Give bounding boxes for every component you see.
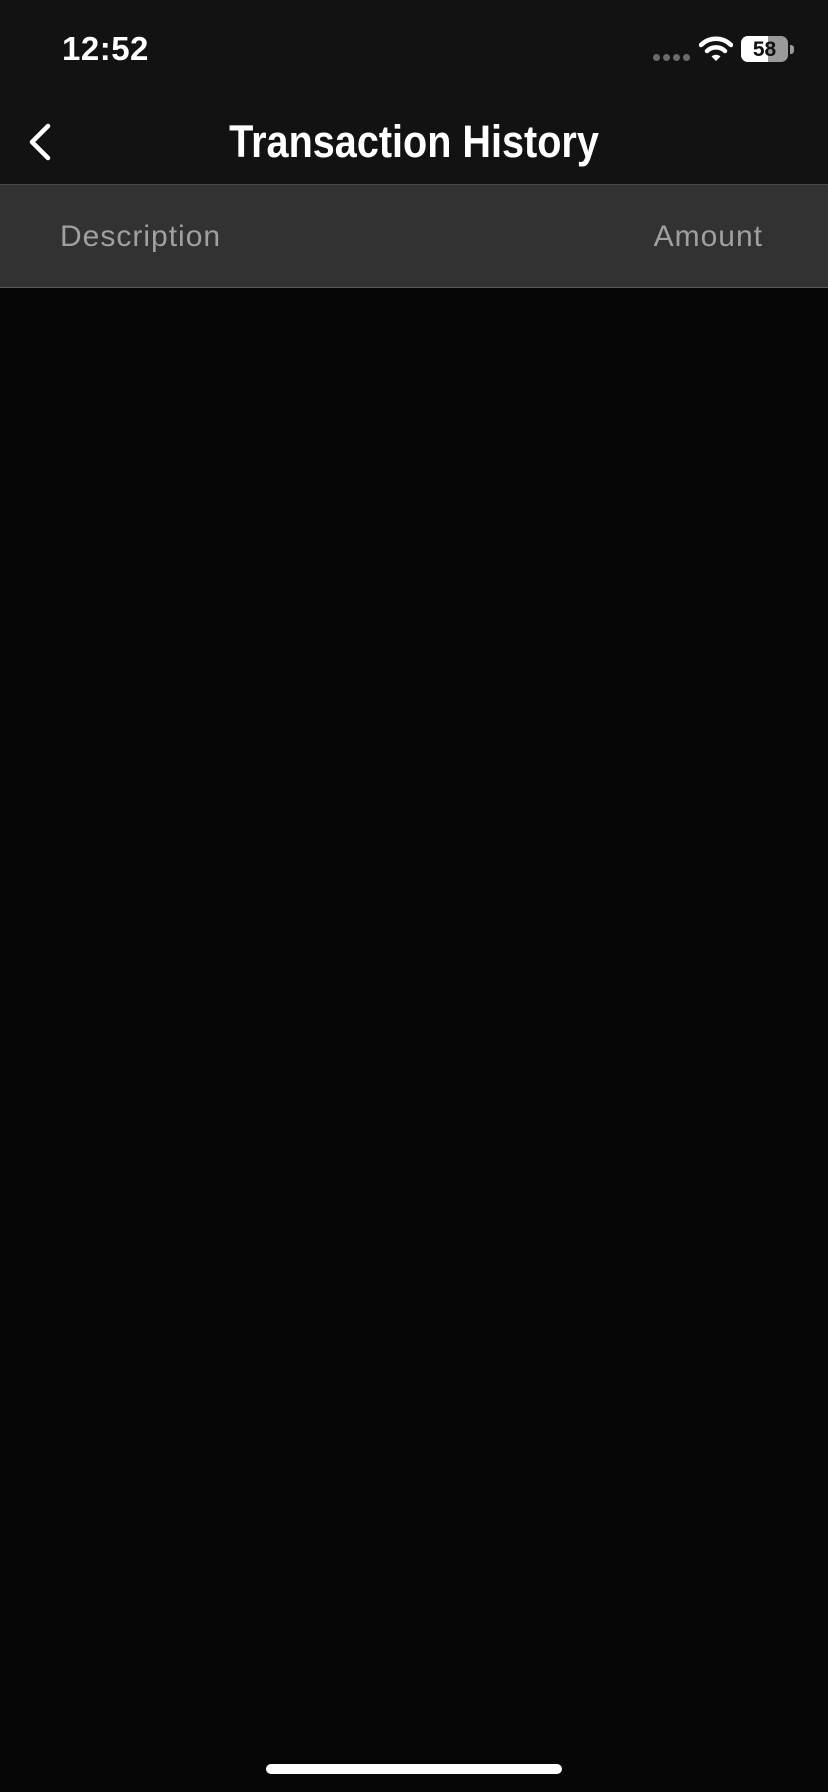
chevron-left-icon [29,123,51,161]
status-bar: 12:52 58 [0,0,828,100]
transaction-list [0,288,828,1792]
column-header-amount: Amount [653,220,763,253]
battery-level: 58 [752,38,777,61]
status-time: 12:52 [62,30,149,67]
wifi-icon [698,36,734,62]
battery-icon: 58 [741,36,794,63]
transaction-history-screen: 12:52 58 Transaction History Description… [0,0,828,1792]
column-header-description: Description [60,220,222,253]
cellular-signal-icon [653,54,691,61]
page-title: Transaction History [229,116,599,167]
back-button[interactable] [14,112,74,172]
top-area: 12:52 58 Transaction History [0,0,828,184]
table-header: Description Amount [0,184,828,288]
navigation-bar: Transaction History [0,100,828,184]
home-indicator[interactable] [266,1764,562,1774]
